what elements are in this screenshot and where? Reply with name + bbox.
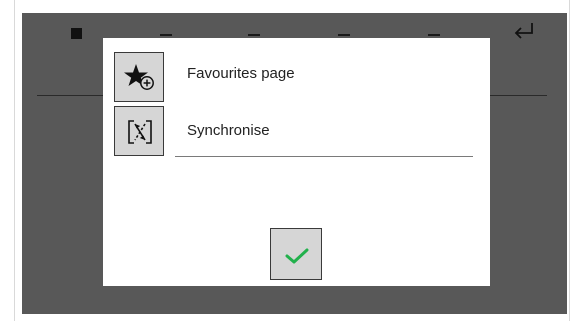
frame-border-right	[569, 0, 570, 321]
page-indicator-dash	[248, 34, 260, 36]
screen-divider-right	[490, 95, 547, 96]
page-indicator-dash	[428, 34, 440, 36]
confirm-button[interactable]	[270, 228, 322, 280]
star-add-icon	[124, 64, 154, 90]
favourites-page-label[interactable]: Favourites page	[187, 65, 295, 82]
options-dialog: Favourites page Synchronise	[103, 38, 490, 286]
favourites-page-button[interactable]	[114, 52, 164, 102]
enter-return-icon[interactable]	[510, 18, 538, 44]
frame-border-left	[14, 0, 15, 321]
synchronise-label[interactable]: Synchronise	[187, 122, 270, 139]
checkmark-icon	[285, 248, 309, 264]
page-indicator-dash	[338, 34, 350, 36]
option-divider	[175, 156, 473, 157]
device-frame: Favourites page Synchronise	[0, 0, 579, 321]
screen-divider-left	[37, 95, 103, 96]
synchronise-button[interactable]	[114, 106, 164, 156]
sync-arrows-icon	[128, 120, 152, 144]
page-indicator-dash	[160, 34, 172, 36]
stop-square-icon[interactable]	[71, 28, 82, 39]
